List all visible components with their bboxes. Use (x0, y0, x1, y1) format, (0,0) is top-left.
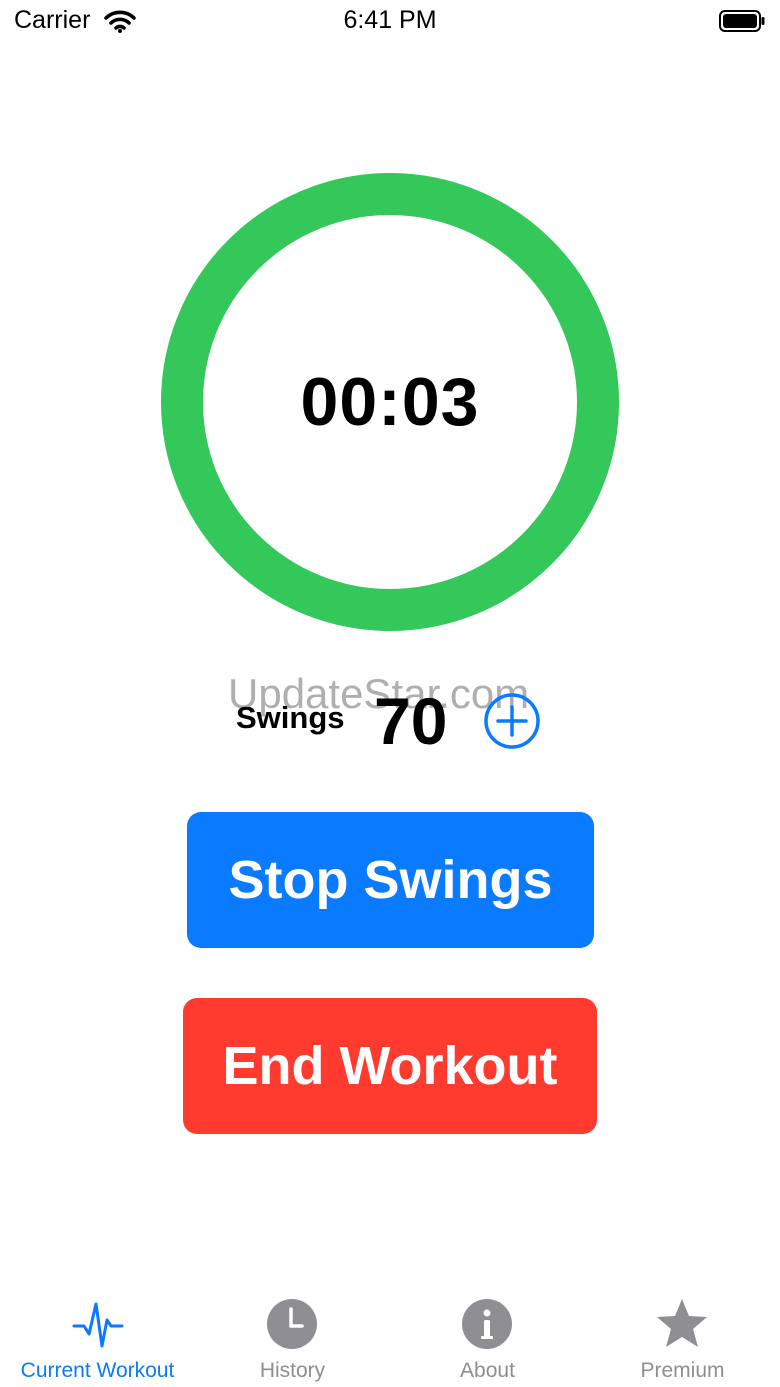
heartbeat-icon (72, 1302, 124, 1348)
plus-circle-icon[interactable] (483, 692, 541, 750)
star-icon (657, 1299, 707, 1347)
info-icon (462, 1299, 512, 1349)
clock-icon (267, 1299, 317, 1349)
tab-about[interactable]: About (390, 1290, 585, 1387)
swings-count: 70 (374, 684, 448, 758)
tab-label: Current Workout (20, 1359, 175, 1382)
workout-screen: Carrier 6:41 PM 00:03 UpdateStar.com Swi… (0, 0, 780, 1387)
status-bar: Carrier 6:41 PM (0, 0, 780, 44)
tab-bar: Current Workout History About Premium (0, 1290, 780, 1387)
tab-current-workout[interactable]: Current Workout (0, 1290, 195, 1387)
swings-label: Swings (236, 700, 345, 735)
tab-label: About (460, 1359, 515, 1382)
tab-premium[interactable]: Premium (585, 1290, 780, 1387)
tab-history[interactable]: History (195, 1290, 390, 1387)
battery-icon (719, 10, 765, 32)
status-time: 6:41 PM (343, 6, 437, 34)
tab-label: History (259, 1359, 326, 1382)
end-workout-button[interactable]: End Workout (183, 998, 597, 1134)
timer-display: 00:03 (300, 364, 480, 440)
stop-swings-button[interactable]: Stop Swings (187, 812, 594, 948)
tab-label: Premium (640, 1359, 725, 1382)
